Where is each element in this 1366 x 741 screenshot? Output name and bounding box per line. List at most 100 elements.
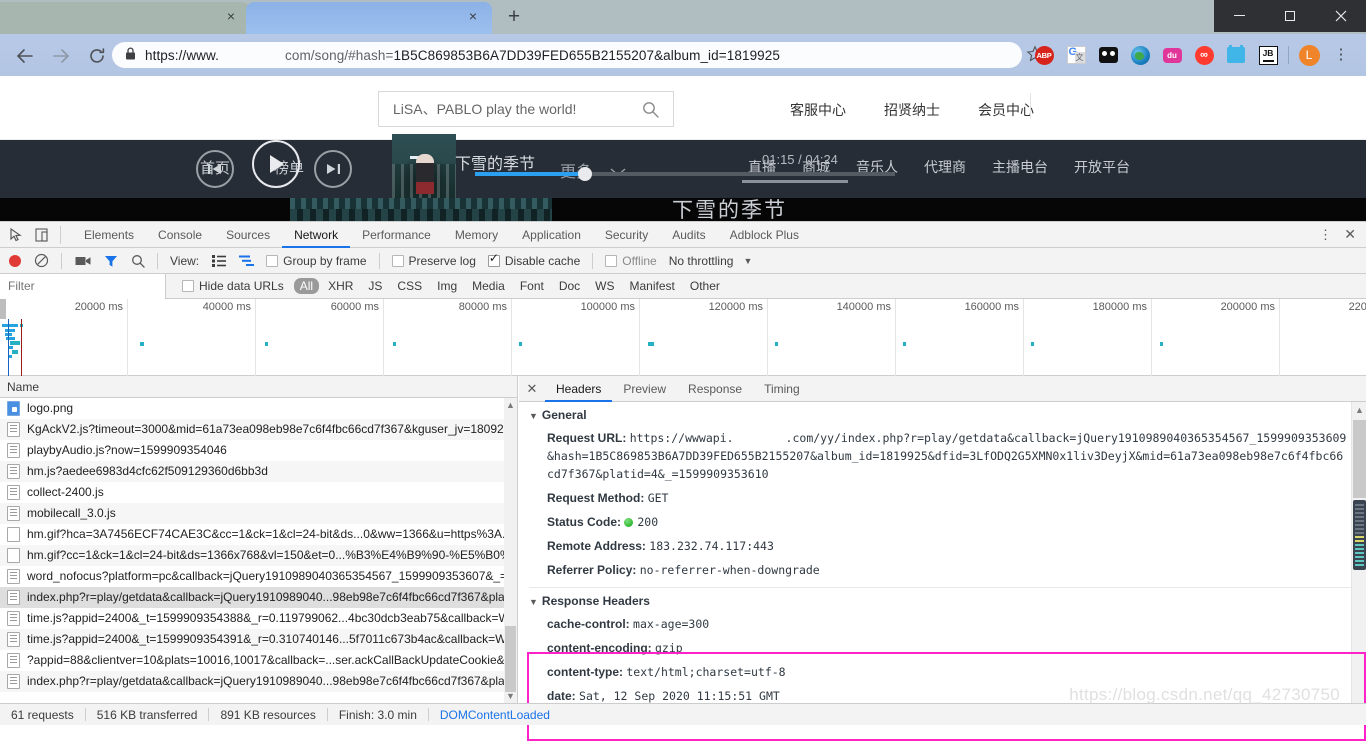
capture-screenshots-icon[interactable] [75,255,91,267]
scroll-up-icon[interactable]: ▲ [506,400,515,410]
hide-data-urls-checkbox[interactable]: Hide data URLs [182,279,284,293]
table-row[interactable]: time.js?appid=2400&_t=1599909354391&_r=0… [0,629,517,650]
device-toolbar-icon[interactable] [34,227,52,243]
more-options-icon[interactable]: ⋮ [1319,227,1332,243]
inspect-element-icon[interactable] [8,227,26,243]
chevron-down-icon[interactable]: ▼ [743,256,752,266]
filter-chip-doc[interactable]: Doc [553,278,586,294]
tab-console[interactable]: Console [146,222,214,248]
link-member-center[interactable]: 会员中心 [978,100,1034,120]
filter-input[interactable] [0,273,166,299]
forward-arrow-icon[interactable] [48,43,74,69]
table-row[interactable]: KgAckV2.js?timeout=3000&mid=61a73ea098eb… [0,419,517,440]
minimize-icon[interactable] [1214,0,1265,32]
baidu-extension-icon[interactable]: du [1156,42,1188,68]
tab-adblock-plus[interactable]: Adblock Plus [718,222,811,248]
chevron-down-icon[interactable]: ▼ [529,597,538,607]
table-row[interactable]: time.js?appid=2400&_t=1599909354388&_r=0… [0,608,517,629]
preserve-log-checkbox[interactable]: Preserve log [391,254,476,268]
avatar[interactable]: L [1293,42,1325,68]
tab-security[interactable]: Security [593,222,660,248]
site-search-box[interactable] [378,91,674,127]
address-bar[interactable]: https://www. com/song/#hash=1B5C869853B6A… [112,42,1022,68]
jetbrains-toolbox-icon[interactable]: JB [1252,42,1284,68]
scroll-down-icon[interactable]: ▼ [506,691,515,701]
general-section-title[interactable]: ▼ General [519,402,1366,426]
filter-chip-ws[interactable]: WS [589,278,620,294]
close-panel-icon[interactable]: ✕ [519,381,545,397]
response-headers-section-title[interactable]: ▼ Response Headers [519,588,1366,612]
maximize-icon[interactable] [1265,0,1316,32]
waterfall-view-icon[interactable] [239,255,255,267]
table-row[interactable]: hm.js?aedee6983d4cfc62f509129360d6bb3d [0,461,517,482]
filter-chip-all[interactable]: All [293,278,320,294]
clear-button[interactable] [34,253,49,268]
detail-scrollbar[interactable]: ▲ [1351,402,1366,703]
tab-network[interactable]: Network [282,222,351,248]
scrollbar-thumb[interactable] [1353,420,1366,498]
play-icon[interactable] [252,140,300,188]
search-icon[interactable] [642,101,659,121]
previous-track-icon[interactable] [196,150,234,188]
adblock-plus-icon[interactable]: ABP [1028,42,1060,68]
infinity-extension-icon[interactable]: ∞ [1188,42,1220,68]
detail-tab-response[interactable]: Response [677,376,753,402]
record-button[interactable] [9,254,21,267]
progress-handle[interactable] [578,167,592,181]
tab-close-icon[interactable]: × [466,9,480,24]
google-translate-icon[interactable] [1060,42,1092,68]
table-row[interactable]: logo.png [0,398,517,419]
list-view-icon[interactable] [212,254,227,267]
tab-close-icon[interactable]: × [224,9,238,24]
disable-cache-checkbox[interactable]: Disable cache [487,251,580,268]
detail-tab-headers[interactable]: Headers [545,376,613,402]
detail-tab-timing[interactable]: Timing [753,376,811,402]
filter-chip-js[interactable]: JS [362,278,388,294]
filter-chip-manifest[interactable]: Manifest [624,278,681,294]
table-row-selected[interactable]: index.php?r=play/getdata&callback=jQuery… [0,587,517,608]
filter-chip-css[interactable]: CSS [391,278,428,294]
network-overview-timeline[interactable]: 20000 ms 40000 ms 60000 ms 80000 ms 1000… [0,299,1366,376]
tab-application[interactable]: Application [510,222,593,248]
browser-tab-2-active[interactable]: × [246,2,492,34]
table-row[interactable]: word_nofocus?platform=pc&callback=jQuery… [0,566,517,587]
tab-elements[interactable]: Elements [72,222,146,248]
close-devtools-icon[interactable]: ✕ [1344,226,1356,243]
browser-menu-icon[interactable]: ⋮ [1325,42,1357,68]
scrollbar-thumb[interactable] [505,626,516,692]
globe-extension-icon[interactable] [1124,42,1156,68]
request-list-scrollbar[interactable]: ▲ ▼ [504,398,517,703]
filter-chip-media[interactable]: Media [466,278,511,294]
table-row[interactable]: hm.gif?hca=3A7456ECF74CAE3C&cc=1&ck=1&cl… [0,524,517,545]
filter-chip-font[interactable]: Font [514,278,550,294]
table-row[interactable]: collect-2400.js [0,482,517,503]
table-row[interactable]: ?appid=88&clientver=10&plats=10016,10017… [0,650,517,671]
tab-performance[interactable]: Performance [350,222,443,248]
tab-memory[interactable]: Memory [443,222,510,248]
table-row[interactable]: index.php?r=play/getdata&callback=jQuery… [0,671,517,692]
player-progress-bar[interactable] [475,167,895,181]
calendar-extension-icon[interactable] [1220,42,1252,68]
filter-icon[interactable] [104,254,118,268]
back-arrow-icon[interactable] [12,43,38,69]
group-by-frame-checkbox[interactable]: Group by frame [266,254,367,268]
dark-reader-icon[interactable] [1092,42,1124,68]
tab-audits[interactable]: Audits [660,222,717,248]
new-tab-button[interactable]: + [500,5,528,31]
next-track-icon[interactable] [314,150,352,188]
close-icon[interactable] [1315,0,1366,32]
filter-chip-xhr[interactable]: XHR [322,278,359,294]
filter-chip-other[interactable]: Other [684,278,726,294]
table-row[interactable]: mobilecall_3.0.js [0,503,517,524]
throttling-select[interactable]: No throttling ▼ [669,254,753,268]
search-input[interactable] [393,92,623,126]
link-recruitment[interactable]: 招贤纳士 [884,100,940,120]
network-request-list[interactable]: Name logo.png KgAckV2.js?timeout=3000&mi… [0,376,518,703]
volume-slider[interactable] [742,180,848,183]
filter-chip-img[interactable]: Img [431,278,463,294]
scroll-up-icon[interactable]: ▲ [1355,405,1364,415]
column-header-name[interactable]: Name [0,376,517,398]
chevron-down-icon[interactable]: ▼ [529,411,538,421]
table-row[interactable]: playbyAudio.js?now=1599909354046 [0,440,517,461]
tab-sources[interactable]: Sources [214,222,282,248]
